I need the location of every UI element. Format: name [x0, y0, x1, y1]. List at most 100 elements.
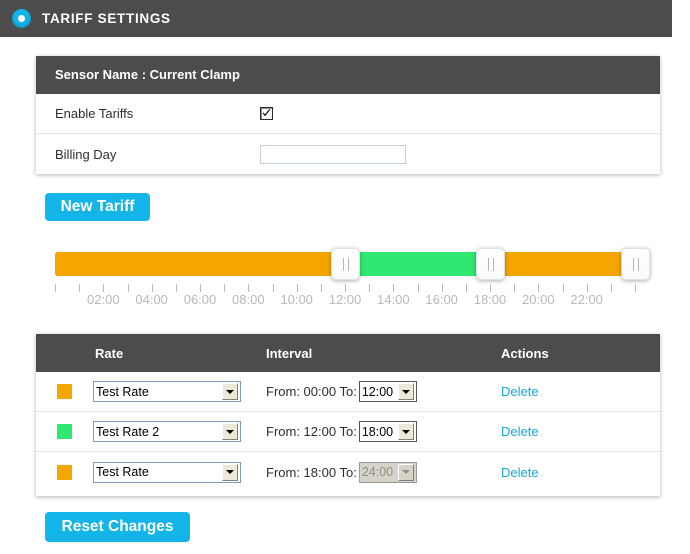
slider-tick-marks: [55, 284, 636, 292]
slider-tick: [296, 284, 298, 292]
slider-tick: [200, 284, 201, 292]
interval-to-select[interactable]: 12:00: [358, 381, 417, 402]
interval-cell: From: 18:00 To: 24:00: [266, 461, 501, 483]
slider-tick: [224, 284, 226, 292]
table-row: Test Rate From: 18:00 To: 24:00 Delete: [36, 452, 660, 492]
slider-tick-label: 22:00: [570, 292, 603, 307]
chevron-down-icon: [222, 383, 238, 400]
reset-changes-button[interactable]: Reset Changes: [45, 512, 190, 542]
slider-tick: [151, 284, 153, 292]
enable-tariffs-label: Enable Tariffs: [55, 106, 134, 121]
slider-tick-label: 16:00: [425, 292, 458, 307]
rate-select-value: Test Rate: [96, 384, 149, 399]
slider-handle[interactable]: [331, 248, 360, 280]
slider-tick: [175, 284, 177, 292]
delete-link[interactable]: Delete: [501, 424, 539, 439]
slider-tick: [465, 284, 467, 292]
slider-tick: [127, 284, 129, 292]
slider-tick-label: 20:00: [522, 292, 555, 307]
sensor-panel-heading: Sensor Name : Current Clamp: [36, 56, 660, 94]
rate-color-swatch: [57, 464, 72, 480]
slider-tick: [103, 284, 105, 292]
slider-tick-label: 10:00: [280, 292, 313, 307]
rate-cell: Test Rate: [36, 381, 266, 402]
chevron-down-icon: [397, 463, 414, 481]
slider-tick: [248, 284, 250, 292]
slider-segment[interactable]: [490, 252, 635, 276]
interval-from-label: From: 18:00 To:: [266, 464, 357, 480]
delete-link[interactable]: Delete: [501, 465, 539, 480]
slider-tick: [586, 284, 588, 292]
interval-from-label: From: 12:00 To:: [266, 424, 357, 439]
actions-cell: Delete: [501, 465, 660, 480]
slider-tick-labels: 02:00 04:00 06:00 08:00 10:00 12:00 14:00 16:00…: [55, 292, 635, 308]
slider-tick: [272, 284, 274, 292]
actions-cell: Delete: [501, 384, 660, 399]
interval-cell: From: 00:00 To: 12:00: [266, 381, 501, 402]
slider-tick-label: 14:00: [377, 292, 410, 307]
slider-tick: [369, 284, 371, 292]
column-header-actions: Actions: [501, 345, 549, 361]
rate-select[interactable]: Test Rate 2: [93, 421, 241, 442]
slider-tick-label: 02:00: [87, 292, 120, 307]
interval-to-value: 18:00: [361, 424, 394, 439]
chevron-down-icon: [222, 423, 238, 440]
enable-tariffs-row: Enable Tariffs: [36, 94, 660, 134]
tariff-timeline-slider[interactable]: 02:00 04:00 06:00 08:00 10:00 12:00 14:00 16:00…: [55, 248, 650, 308]
slider-tick-label: 18:00: [473, 292, 507, 307]
tariff-rows-container: Test Rate From: 00:00 To: 12:00 Delete Test …: [36, 372, 660, 492]
page-title: TARIFF SETTINGS: [42, 11, 171, 26]
rate-select-value: Test Rate 2: [96, 424, 160, 439]
rate-color-swatch: [57, 424, 72, 439]
slider-tick: [514, 284, 516, 292]
slider-tick: [490, 284, 491, 292]
slider-tick-label: 08:00: [232, 292, 265, 307]
billing-day-row: Billing Day: [36, 134, 660, 174]
checkmark-icon: [262, 109, 271, 117]
slider-tick: [562, 284, 564, 292]
rate-cell: Test Rate 2: [36, 421, 266, 442]
column-header-interval: Interval: [266, 345, 313, 361]
slider-tick-label: 06:00: [183, 292, 217, 307]
rate-select-value: Test Rate: [96, 465, 149, 479]
rate-select[interactable]: Test Rate: [93, 381, 241, 402]
actions-cell: Delete: [501, 424, 660, 439]
slider-tick: [635, 284, 636, 292]
table-row: Test Rate 2 From: 12:00 To: 18:00 Delete: [36, 412, 660, 452]
rate-color-swatch: [57, 384, 72, 399]
delete-link[interactable]: Delete: [501, 384, 539, 399]
slider-handle[interactable]: [476, 248, 505, 280]
slider-tick: [538, 284, 540, 292]
slider-tick-label: 12:00: [328, 292, 362, 307]
slider-tick: [79, 284, 81, 292]
sensor-settings-panel: Sensor Name : Current Clamp Enable Tarif…: [36, 56, 660, 174]
billing-day-label: Billing Day: [55, 146, 117, 162]
interval-to-value: 12:00: [361, 384, 394, 399]
slider-segment[interactable]: [345, 252, 490, 276]
slider-tick: [55, 284, 56, 292]
page-header-bar: TARIFF SETTINGS: [0, 0, 672, 37]
rate-cell: Test Rate: [36, 461, 266, 483]
interval-to-select[interactable]: 18:00: [358, 421, 417, 442]
slider-tick-label: 04:00: [135, 292, 168, 307]
chevron-down-icon: [397, 423, 414, 440]
new-tariff-button[interactable]: New Tariff: [45, 193, 150, 221]
slider-tick: [393, 284, 395, 292]
slider-handle[interactable]: [621, 248, 650, 280]
column-header-rate: Rate: [95, 345, 124, 361]
interval-cell: From: 12:00 To: 18:00: [266, 421, 501, 442]
interval-to-select: 24:00: [358, 461, 417, 483]
enable-tariffs-checkbox[interactable]: [260, 107, 273, 120]
circle-indicator-icon: [12, 9, 31, 28]
slider-segment[interactable]: [55, 252, 345, 276]
chevron-down-icon: [222, 463, 238, 481]
rate-select[interactable]: Test Rate: [93, 461, 241, 483]
billing-day-input[interactable]: [260, 144, 406, 164]
slider-tick: [441, 284, 443, 292]
slider-tick: [320, 284, 322, 292]
slider-tick: [345, 284, 346, 292]
interval-from-label: From: 00:00 To:: [266, 384, 357, 399]
tariff-table-panel: Rate Interval Actions Test Rate From: 00:…: [36, 334, 660, 496]
interval-to-value: 24:00: [361, 465, 394, 479]
slider-tick: [417, 284, 419, 292]
